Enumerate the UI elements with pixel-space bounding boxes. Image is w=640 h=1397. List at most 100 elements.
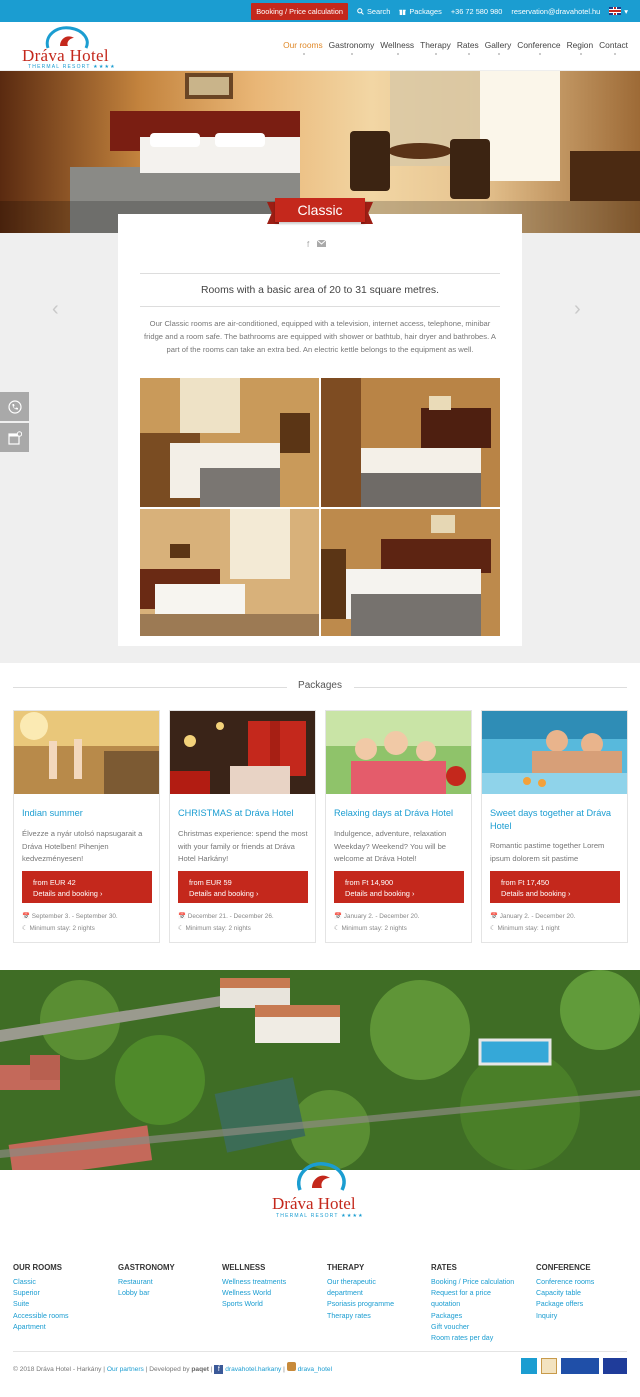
nav-therapy[interactable]: Therapy bbox=[420, 40, 451, 55]
package-stay: ☾ Minimum stay: 2 nights bbox=[22, 925, 95, 932]
footer-link[interactable]: Gift voucher bbox=[431, 1322, 533, 1333]
mail-icon[interactable] bbox=[317, 240, 327, 247]
partners-link[interactable]: Our partners bbox=[107, 1366, 144, 1373]
nav-wellness[interactable]: Wellness bbox=[380, 40, 414, 55]
package-dates: 📅 January 2. - December 20. bbox=[334, 913, 420, 920]
packages-link[interactable]: Packages bbox=[399, 7, 442, 16]
copyright-text: © 2018 Dráva Hotel - Harkány | bbox=[13, 1366, 105, 1373]
package-card[interactable]: CHRISTMAS at Dráva Hotel Christmas exper… bbox=[169, 710, 316, 943]
footer-heading: OUR ROOMS bbox=[13, 1263, 62, 1272]
package-card[interactable]: Indian summer Élvezze a nyár utolsó naps… bbox=[13, 710, 160, 943]
phone-link[interactable]: +36 72 580 980 bbox=[451, 7, 503, 16]
nav-contact[interactable]: Contact bbox=[599, 40, 628, 55]
package-card[interactable]: Relaxing days at Dráva Hotel Indulgence,… bbox=[325, 710, 472, 943]
package-image bbox=[482, 711, 627, 794]
footer-link[interactable]: department bbox=[327, 1288, 429, 1299]
room-description: Our Classic rooms are air-conditioned, e… bbox=[144, 319, 496, 354]
instagram-icon bbox=[286, 1362, 296, 1371]
package-booking-button[interactable]: from Ft 17,450 Details and booking › bbox=[490, 871, 620, 903]
footer-link[interactable]: Accessible rooms bbox=[13, 1311, 115, 1322]
package-card[interactable]: Sweet days together at Dráva Hotel Roman… bbox=[481, 710, 628, 943]
footer-link[interactable]: Lobby bar bbox=[118, 1288, 220, 1299]
instagram-link[interactable]: drava_hotel bbox=[298, 1366, 332, 1373]
partner-badge-icon[interactable] bbox=[521, 1358, 537, 1374]
package-stay: ☾ Minimum stay: 1 night bbox=[490, 925, 560, 932]
footer-heading: WELLNESS bbox=[222, 1263, 266, 1272]
footer-logo[interactable]: Dráva Hotel THERMAL RESORT ★★★★ bbox=[270, 1160, 370, 1220]
package-dates: 📅 September 3. - September 30. bbox=[22, 913, 118, 920]
facebook-link[interactable]: dravahotel.harkany bbox=[225, 1366, 281, 1373]
developer-logo[interactable]: paqet bbox=[191, 1366, 209, 1373]
package-text: Christmas experience: spend the most wit… bbox=[178, 829, 308, 863]
hungary-badge-icon[interactable] bbox=[561, 1358, 599, 1374]
footer-link[interactable]: Apartment bbox=[13, 1322, 115, 1333]
footer-link[interactable]: Restaurant bbox=[118, 1277, 220, 1288]
eu-flag-icon[interactable] bbox=[603, 1358, 627, 1374]
footer-link[interactable]: Capacity table bbox=[536, 1288, 638, 1299]
footer-link[interactable]: Our therapeutic bbox=[327, 1277, 429, 1288]
email-link[interactable]: reservation@dravahotel.hu bbox=[511, 7, 600, 16]
nav-our-rooms[interactable]: Our rooms bbox=[283, 40, 323, 55]
hotel-logo[interactable]: Dráva Hotel THERMAL RESORT ★★★★ bbox=[22, 26, 122, 72]
prev-room-arrow[interactable]: ‹ bbox=[52, 298, 59, 321]
footer-link[interactable]: Wellness World bbox=[222, 1288, 324, 1299]
footer-link[interactable]: quotation bbox=[431, 1299, 533, 1310]
package-booking-button[interactable]: from Ft 14,900 Details and booking › bbox=[334, 871, 464, 903]
chevron-down-icon: ▾ bbox=[624, 6, 628, 16]
footer-column-conference: CONFERENCE Conference rooms Capacity tab… bbox=[536, 1263, 638, 1322]
package-dates: 📅 December 21. - December 26. bbox=[178, 913, 274, 920]
package-title[interactable]: Sweet days together at Dráva Hotel bbox=[490, 807, 622, 832]
next-room-arrow[interactable]: › bbox=[574, 298, 581, 321]
footer-link[interactable]: Packages bbox=[431, 1311, 533, 1322]
room-gallery-photo[interactable] bbox=[321, 509, 500, 636]
footer-link[interactable]: Booking / Price calculation bbox=[431, 1277, 533, 1288]
footer-link[interactable]: Psoriasis programme bbox=[327, 1299, 429, 1310]
footer-link[interactable]: Superior bbox=[13, 1288, 115, 1299]
footer-column-gastronomy: GASTRONOMY Restaurant Lobby bar bbox=[118, 1263, 220, 1299]
nav-gastronomy[interactable]: Gastronomy bbox=[329, 40, 374, 55]
footer-link[interactable]: Room rates per day bbox=[431, 1333, 533, 1344]
room-gallery-photo[interactable] bbox=[140, 378, 319, 507]
footer-link[interactable]: Wellness treatments bbox=[222, 1277, 324, 1288]
aerial-photo bbox=[0, 970, 640, 1170]
award-seal-icon[interactable] bbox=[541, 1358, 557, 1374]
footer-link[interactable]: Suite bbox=[13, 1299, 115, 1310]
top-bar: Booking / Price calculation Search Packa… bbox=[0, 0, 640, 22]
footer-link[interactable]: Classic bbox=[13, 1277, 115, 1288]
footer-link[interactable]: Request for a price bbox=[431, 1288, 533, 1299]
booking-calendar-button[interactable] bbox=[0, 423, 29, 452]
nav-region[interactable]: Region bbox=[567, 40, 593, 55]
uk-flag-icon bbox=[609, 7, 622, 15]
room-title: Classic bbox=[275, 198, 365, 222]
booking-price-button[interactable]: Booking / Price calculation bbox=[251, 2, 348, 20]
footer-link[interactable]: Package offers bbox=[536, 1299, 638, 1310]
phone-icon bbox=[7, 399, 22, 414]
package-booking-button[interactable]: from EUR 59 Details and booking › bbox=[178, 871, 308, 903]
footer-link[interactable]: Inquiry bbox=[536, 1311, 638, 1322]
footer-link[interactable]: Conference rooms bbox=[536, 1277, 638, 1288]
search-link[interactable]: Search bbox=[357, 7, 390, 16]
package-text: Romantic pastime together Lorem ipsum do… bbox=[490, 841, 605, 863]
package-image bbox=[14, 711, 159, 794]
package-title[interactable]: Indian summer bbox=[22, 807, 154, 820]
nav-gallery[interactable]: Gallery bbox=[485, 40, 511, 55]
footer-link[interactable]: Therapy rates bbox=[327, 1311, 429, 1322]
nav-conference[interactable]: Conference bbox=[517, 40, 561, 55]
search-label: Search bbox=[366, 6, 391, 16]
package-price: from Ft 17,450 bbox=[501, 878, 550, 887]
room-gallery-photo[interactable] bbox=[321, 378, 500, 507]
language-selector[interactable]: ▾ bbox=[609, 7, 628, 16]
header: Dráva Hotel THERMAL RESORT ★★★★ Our room… bbox=[0, 22, 640, 71]
facebook-icon[interactable]: f bbox=[307, 240, 309, 249]
divider bbox=[140, 306, 500, 307]
footer-heading: CONFERENCE bbox=[536, 1263, 591, 1272]
footer-logo-tagline: THERMAL RESORT ★★★★ bbox=[276, 1213, 364, 1219]
package-title[interactable]: Relaxing days at Dráva Hotel bbox=[334, 807, 466, 820]
footer-link[interactable]: Sports World bbox=[222, 1299, 324, 1310]
call-button[interactable] bbox=[0, 392, 29, 421]
room-gallery-photo[interactable] bbox=[140, 509, 319, 636]
nav-rates[interactable]: Rates bbox=[457, 40, 479, 55]
package-title[interactable]: CHRISTMAS at Dráva Hotel bbox=[178, 807, 310, 820]
package-booking-button[interactable]: from EUR 42 Details and booking › bbox=[22, 871, 152, 903]
footer-column-therapy: THERAPY Our therapeutic department Psori… bbox=[327, 1263, 429, 1322]
